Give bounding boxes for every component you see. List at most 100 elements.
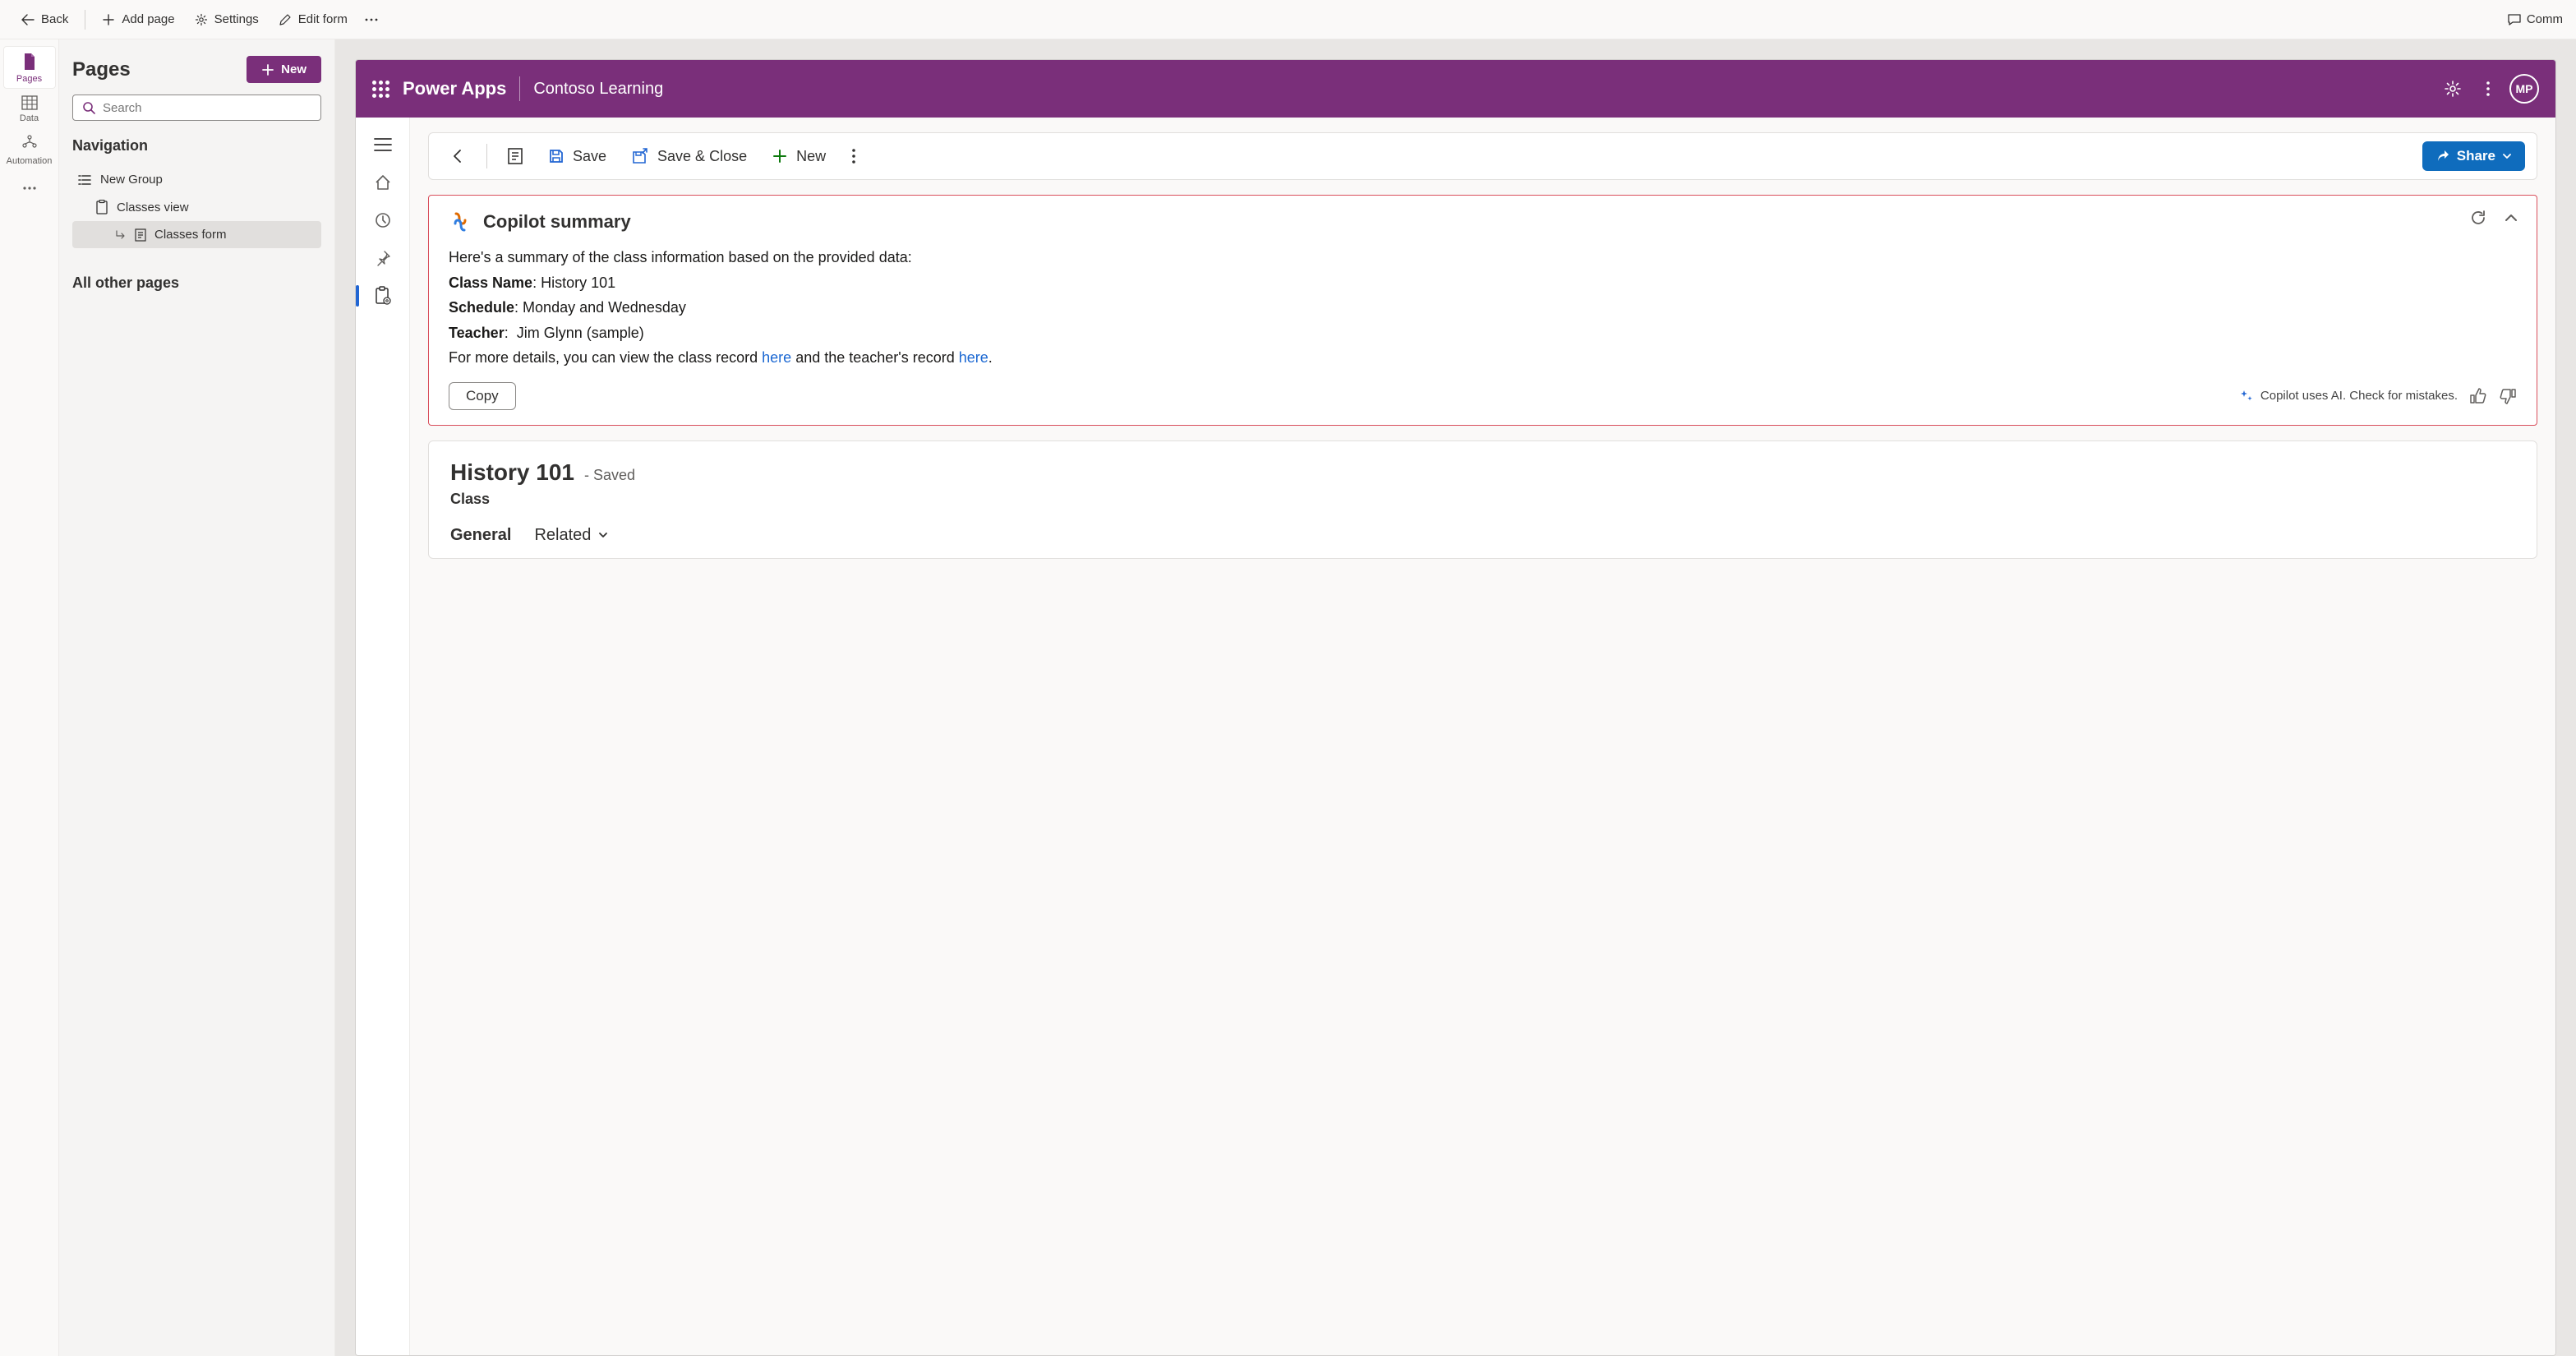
preview-sidebar (356, 118, 410, 1355)
all-other-pages[interactable]: All other pages (72, 274, 321, 292)
class-name-value: History 101 (541, 274, 615, 291)
thumbs-up-icon[interactable] (2469, 387, 2487, 405)
save-label: Save (573, 148, 606, 165)
preview-nav-recent[interactable] (364, 203, 402, 238)
top-command-bar: Back Add page Settings Edit form Comm (0, 0, 2576, 39)
preview-avatar[interactable]: MP (2509, 74, 2539, 104)
record-back-button[interactable] (440, 141, 477, 171)
record-command-bar: Save Save & Close New (428, 132, 2537, 180)
nav-item-classes-view[interactable]: Classes view (72, 193, 321, 221)
record-save-button[interactable]: Save (538, 141, 616, 172)
new-label: New (796, 148, 826, 165)
pages-title: Pages (72, 58, 131, 81)
plus-icon (102, 13, 115, 26)
ellipsis-icon (21, 184, 38, 192)
avatar-initials: MP (2516, 82, 2533, 95)
ellipsis-icon (364, 13, 379, 26)
list-icon (77, 173, 92, 187)
chevron-up-icon[interactable] (2502, 209, 2520, 227)
settings-button[interactable]: Settings (187, 7, 267, 31)
table-icon (21, 95, 38, 110)
divider (519, 76, 520, 101)
pages-search[interactable] (72, 95, 321, 121)
copilot-ai-note: Copilot uses AI. Check for mistakes. (2239, 389, 2458, 404)
rail-automation-label: Automation (7, 156, 53, 166)
chevron-down-icon (597, 529, 609, 541)
preview-settings-button[interactable] (2439, 75, 2467, 103)
more-details-prefix: For more details, you can view the class… (449, 349, 762, 366)
comment-icon (2507, 12, 2522, 27)
nav-item-label: Classes view (117, 201, 189, 214)
more-details-middle: and the teacher's record (795, 349, 959, 366)
left-rail: Pages Data Automation (0, 39, 59, 1356)
preview-more-button[interactable] (2480, 75, 2496, 103)
ai-note-text: Copilot uses AI. Check for mistakes. (2260, 389, 2458, 403)
add-page-button[interactable]: Add page (94, 7, 182, 31)
canvas-area: Power Apps Contoso Learning MP (335, 39, 2576, 1356)
edit-form-label: Edit form (298, 12, 348, 26)
teacher-record-link[interactable]: here (959, 349, 988, 366)
comments-button[interactable]: Comm (2507, 12, 2563, 27)
edit-form-button[interactable]: Edit form (270, 7, 356, 31)
rail-data[interactable]: Data (3, 89, 56, 128)
record-share-button[interactable]: Share (2422, 141, 2525, 171)
record-new-button[interactable]: New (762, 141, 836, 172)
schedule-value: Monday and Wednesday (523, 299, 686, 316)
ellipsis-vertical-icon (2485, 80, 2491, 98)
copilot-intro: Here's a summary of the class informatio… (449, 245, 2517, 270)
record-more-button[interactable] (841, 141, 867, 172)
rail-data-label: Data (20, 113, 39, 123)
rail-pages[interactable]: Pages (3, 46, 56, 89)
preview-canvas: Power Apps Contoso Learning MP (355, 59, 2556, 1356)
thumbs-down-icon[interactable] (2499, 387, 2517, 405)
record-entity-name: Class (450, 491, 2515, 508)
nav-group-label: New Group (100, 173, 163, 187)
preview-nav-pinned[interactable] (364, 241, 402, 275)
schedule-label: Schedule (449, 299, 514, 316)
share-label: Share (2457, 148, 2495, 164)
rail-more[interactable] (3, 178, 56, 197)
refresh-icon[interactable] (2469, 209, 2487, 227)
class-record-link[interactable]: here (762, 349, 791, 366)
pencil-icon (279, 13, 292, 26)
new-page-button[interactable]: New (247, 56, 321, 83)
more-details-suffix: . (988, 349, 993, 366)
subitem-arrow-icon (115, 229, 127, 241)
back-button[interactable]: Back (13, 7, 76, 31)
preview-nav-classes[interactable] (364, 279, 402, 313)
app-launcher-icon[interactable] (372, 81, 389, 98)
rail-automation[interactable]: Automation (3, 128, 56, 171)
tab-related[interactable]: Related (534, 526, 609, 550)
copilot-summary-card: Copilot summary Here's a summary of the … (428, 195, 2537, 426)
form-icon (135, 228, 146, 242)
panel-icon (507, 147, 523, 165)
pin-icon (374, 249, 392, 267)
nav-item-classes-form[interactable]: Classes form (72, 221, 321, 248)
chevron-down-icon (2502, 151, 2512, 161)
page-icon (21, 53, 38, 71)
record-title-text: History 101 (450, 459, 574, 486)
tab-general-label: General (450, 526, 511, 544)
preview-app-name: Power Apps (403, 78, 506, 99)
preview-header: Power Apps Contoso Learning MP (356, 60, 2555, 118)
more-top-button[interactable] (359, 8, 384, 31)
record-tabs: General Related (450, 526, 2515, 550)
gear-icon (195, 13, 208, 26)
preview-env-name: Contoso Learning (533, 80, 663, 99)
arrow-left-icon (21, 13, 35, 26)
nav-group-new-group[interactable]: New Group (72, 166, 321, 193)
copilot-copy-button[interactable]: Copy (449, 382, 516, 410)
ellipsis-vertical-icon (850, 147, 857, 165)
preview-nav-toggle[interactable] (364, 127, 402, 162)
pages-search-input[interactable] (103, 101, 312, 115)
copilot-icon (449, 210, 472, 233)
record-open-pane-button[interactable] (497, 141, 533, 172)
preview-nav-home[interactable] (364, 165, 402, 200)
search-icon (81, 100, 96, 115)
clipboard-gear-icon (374, 286, 392, 306)
teacher-value: Jim Glynn (sample) (517, 325, 644, 341)
record-save-close-button[interactable]: Save & Close (621, 141, 757, 172)
teacher-label: Teacher (449, 325, 505, 341)
tab-general[interactable]: General (450, 526, 511, 550)
sparkle-icon (2239, 389, 2254, 404)
